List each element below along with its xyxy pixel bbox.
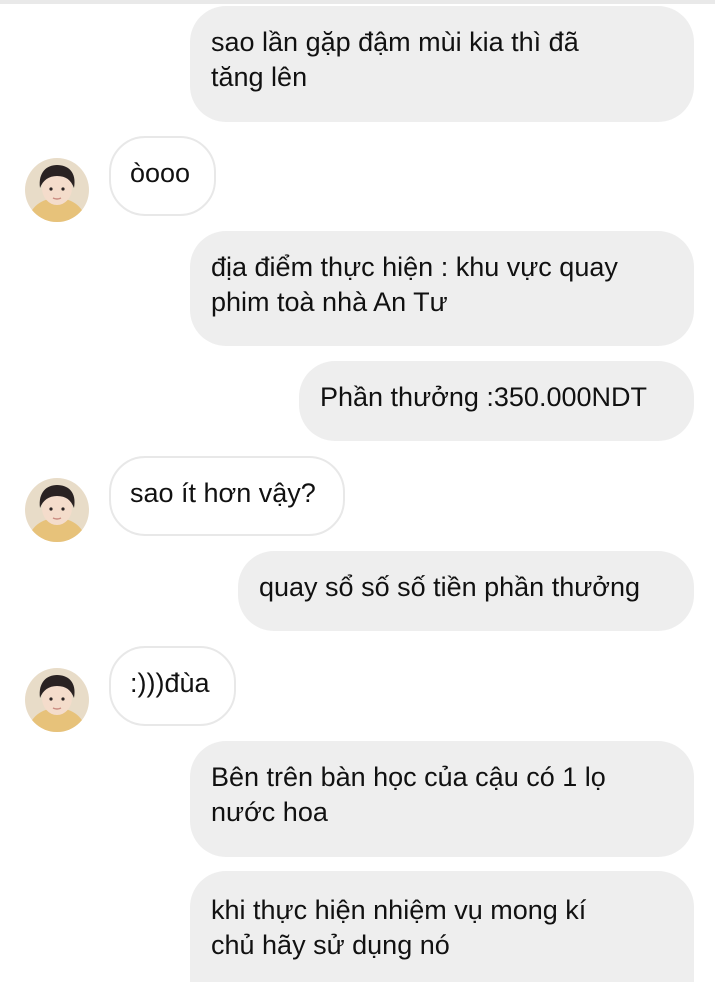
top-divider: [0, 0, 715, 4]
received-message-bubble[interactable]: :)))đùa: [109, 646, 236, 726]
contact-avatar-image: [25, 158, 89, 222]
contact-avatar-image: [25, 478, 89, 542]
sent-message-bubble[interactable]: địa điểm thực hiện : khu vực quay phim t…: [190, 231, 694, 346]
contact-avatar-icon[interactable]: [25, 158, 89, 222]
sent-message-bubble[interactable]: Phần thưởng :350.000NDT: [299, 361, 694, 441]
sent-message-bubble[interactable]: Bên trên bàn học của cậu có 1 lọ nước ho…: [190, 741, 694, 857]
received-message-bubble[interactable]: òooo: [109, 136, 216, 216]
sent-message-bubble[interactable]: quay sổ số số tiền phần thưởng: [238, 551, 694, 631]
sent-message-bubble[interactable]: khi thực hiện nhiệm vụ mong kí chủ hãy s…: [190, 871, 694, 982]
received-message-bubble[interactable]: sao ít hơn vậy?: [109, 456, 345, 536]
sent-message-bubble[interactable]: sao lần gặp đậm mùi kia thì đã tăng lên: [190, 6, 694, 122]
contact-avatar-image: [25, 668, 89, 732]
contact-avatar-icon[interactable]: [25, 478, 89, 542]
contact-avatar-icon[interactable]: [25, 668, 89, 732]
